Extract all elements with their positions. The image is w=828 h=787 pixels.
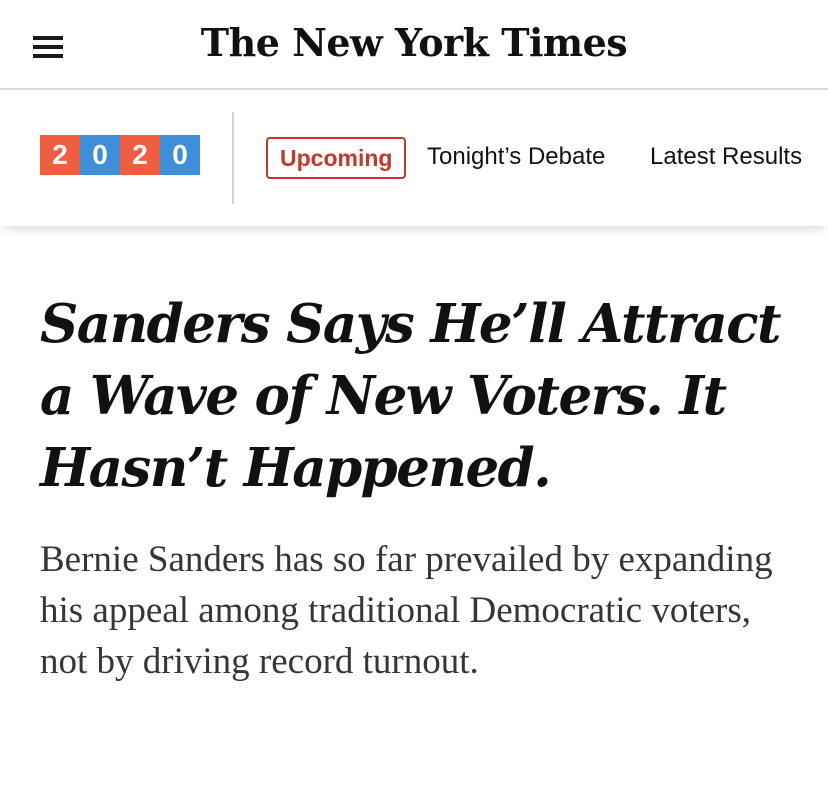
upcoming-badge[interactable]: Upcoming <box>266 137 407 179</box>
year-digit: 2 <box>40 135 80 175</box>
nyt-logo[interactable]: The New York Times <box>0 20 828 65</box>
latest-results-link[interactable]: Latest Results <box>650 137 802 177</box>
year-digit: 2 <box>120 135 160 175</box>
election-2020-logo[interactable]: 2 0 2 0 <box>40 135 200 175</box>
article-summary: Bernie Sanders has so far prevailed by e… <box>40 539 773 682</box>
page: The New York Times 2 0 2 0 Upcoming Toni… <box>0 0 828 787</box>
year-digit: 0 <box>160 135 200 175</box>
year-digit: 0 <box>80 135 120 175</box>
masthead: The New York Times <box>0 0 828 90</box>
article-headline[interactable]: Sanders Says He’ll Attract a Wave of New… <box>40 288 800 504</box>
tonights-debate-link[interactable]: Tonight’s Debate <box>427 137 605 177</box>
vertical-divider <box>232 112 234 204</box>
election-bar: 2 0 2 0 Upcoming Tonight’s Debate Latest… <box>0 92 828 226</box>
